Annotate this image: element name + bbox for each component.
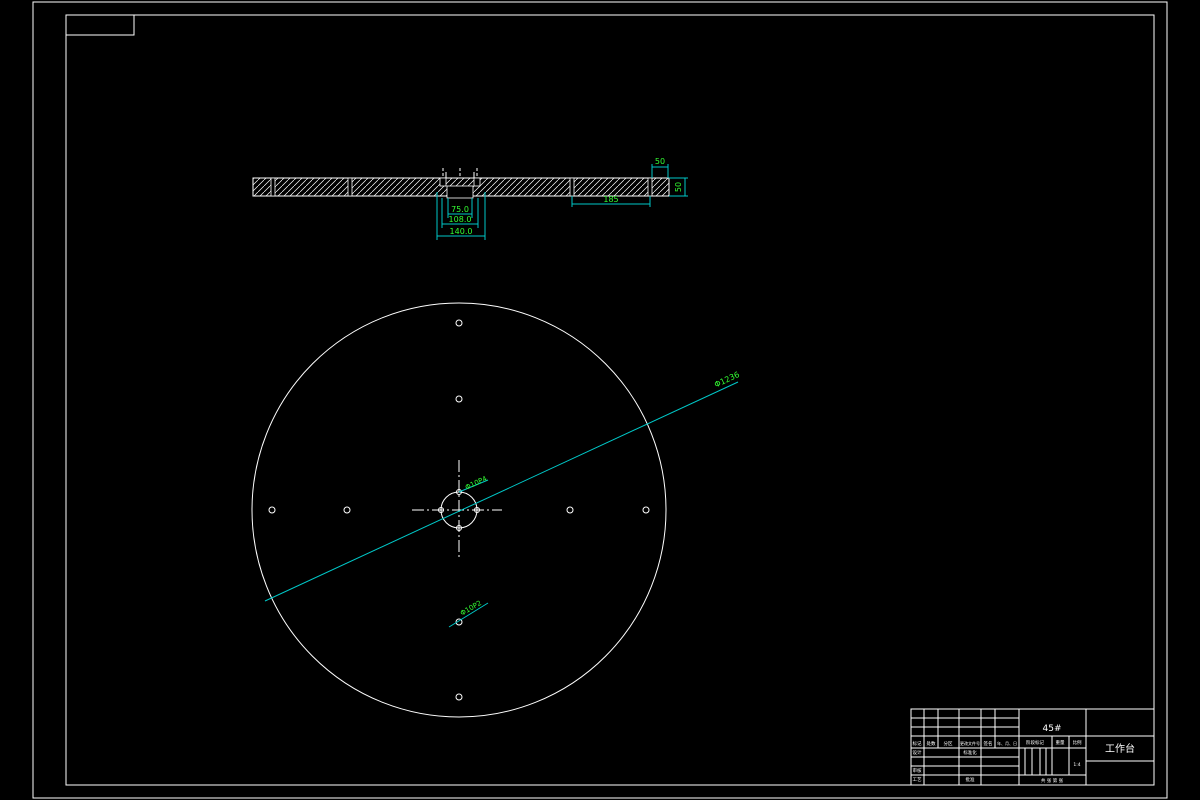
slot-1	[270, 177, 276, 197]
outer-border	[32, 1, 1168, 799]
part-name: 工作台	[1105, 742, 1135, 755]
label-change-doc: 更改文件号	[960, 740, 980, 746]
scale-value: 1:4	[1073, 762, 1080, 768]
label-process: 工艺	[913, 777, 922, 783]
dim-slot-width: 50	[655, 157, 665, 166]
dim-slot-spacing: 185	[603, 195, 618, 204]
hole-right-outer	[642, 506, 650, 514]
label-design: 设计	[913, 749, 922, 756]
label-weight: 重量	[1056, 739, 1065, 746]
label-review: 审核	[913, 767, 922, 774]
dim-bore-outer: 140.0	[450, 227, 473, 236]
central-bore	[446, 185, 474, 199]
bore-step-left	[439, 177, 447, 187]
dim-hole-center: Φ10P4	[464, 474, 489, 491]
slot-2	[347, 177, 353, 197]
section-view: 75.0 108.0 140.0 185 50 50	[252, 157, 688, 240]
hole-left-inner	[343, 506, 351, 514]
hole-top-inner	[455, 395, 463, 403]
corner-tag-box	[65, 14, 135, 36]
label-zone: 分区	[944, 740, 953, 747]
inner-border	[65, 14, 1155, 786]
hole-top-outer	[455, 319, 463, 327]
diameter-leader	[264, 381, 739, 602]
hole-right-inner	[566, 506, 574, 514]
label-approve: 批准	[966, 776, 975, 783]
slot-4	[647, 177, 653, 197]
plan-view: Φ1236 Φ10P4 Φ10P2	[251, 302, 741, 718]
dim-thickness: 50	[674, 182, 683, 192]
bore-step-right	[473, 177, 481, 187]
label-stage: 阶段标记	[1026, 739, 1044, 746]
dim-bore-inner: 75.0	[451, 205, 469, 214]
label-signature: 签名	[984, 740, 993, 747]
label-date: 年、月、日	[997, 740, 1017, 746]
sheet-info: 共 张 第 张	[1041, 777, 1064, 784]
label-scale: 比例	[1073, 739, 1082, 746]
material-label: 45#	[1043, 724, 1062, 734]
dim-diameter-outer: Φ1236	[713, 370, 741, 389]
hole-left-outer	[268, 506, 276, 514]
slot-3	[569, 177, 575, 197]
label-count: 处数	[927, 740, 936, 747]
dim-bore-mid: 108.0	[449, 215, 472, 224]
title-block: 45# 工作台 标记 处数 分区 更改文件号 签名 年、月、日 设计 标准化 审…	[910, 708, 1155, 786]
hole-bottom-outer	[455, 693, 463, 701]
label-mark: 标记	[913, 740, 922, 747]
cad-drawing: 75.0 108.0 140.0 185 50 50 Φ1236 Φ10P4 Φ…	[32, 1, 1168, 799]
label-standardization: 标准化	[963, 749, 977, 756]
